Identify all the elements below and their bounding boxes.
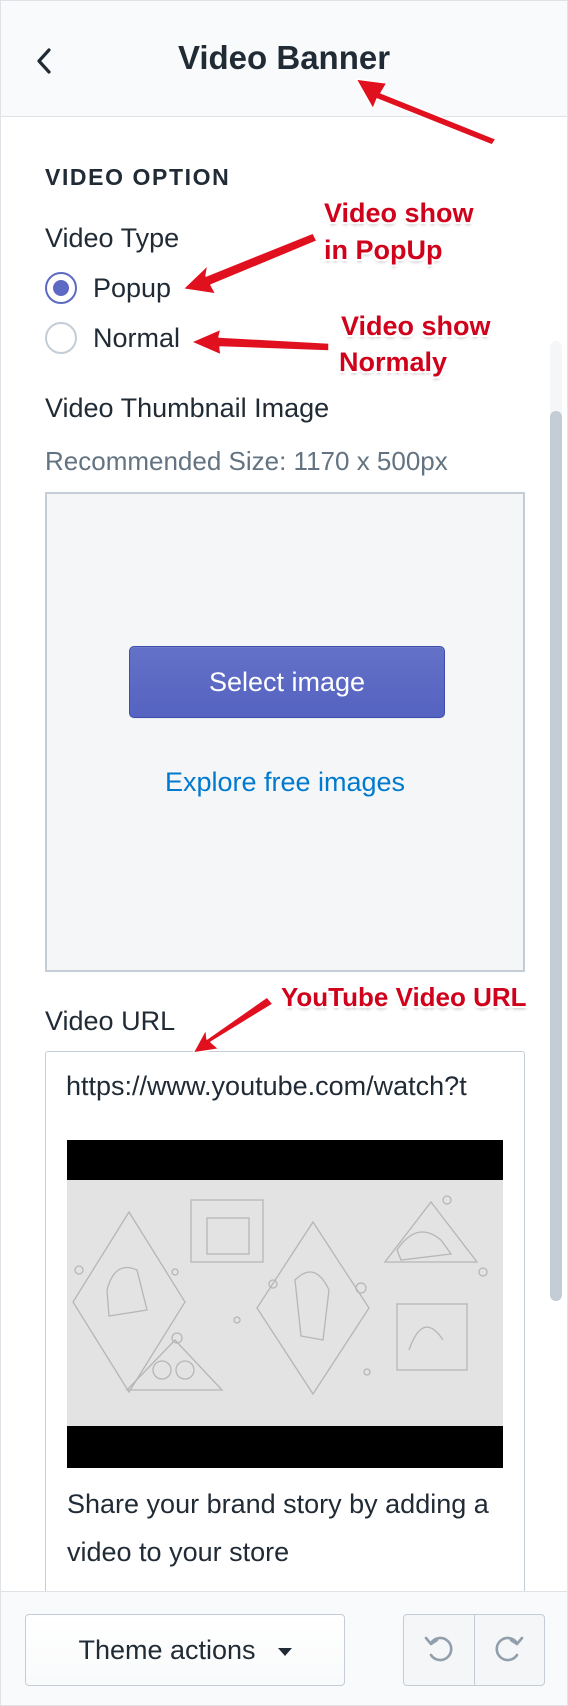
annotation-normal-line1: Video show	[341, 311, 491, 341]
image-picker: Select image Explore free images	[45, 492, 525, 972]
radio-button-unchecked[interactable]	[45, 322, 77, 354]
undo-icon	[422, 1631, 456, 1670]
radio-popup-label: Popup	[93, 272, 172, 303]
thumbnail-help-text: Recommended Size: 1170 x 500px	[45, 446, 448, 476]
panel-header: Video Banner	[1, 1, 567, 117]
annotation-normal-line2: Normaly	[339, 347, 448, 377]
placeholder-illustration	[67, 1180, 503, 1426]
radio-normal[interactable]: Normal	[45, 318, 180, 358]
undo-button[interactable]	[404, 1615, 474, 1685]
explore-free-images-link[interactable]: Explore free images	[47, 767, 523, 798]
select-image-button[interactable]: Select image	[129, 646, 445, 718]
video-preview-caption: Share your brand story by adding a video…	[67, 1489, 489, 1567]
theme-editor-panel: Video Banner VIDEO OPTION Video Type Pop…	[0, 0, 568, 1706]
annotation-popup-line2: in PopUp	[324, 235, 443, 265]
caret-down-icon	[277, 1648, 292, 1656]
theme-actions-label: Theme actions	[78, 1634, 256, 1665]
page-title: Video Banner	[177, 39, 391, 76]
redo-icon	[492, 1631, 526, 1670]
radio-normal-label: Normal	[93, 322, 181, 353]
section-title: VIDEO OPTION	[45, 164, 231, 190]
theme-actions-button[interactable]: Theme actions	[25, 1614, 345, 1686]
video-preview-box: Share your brand story by adding a video…	[45, 1120, 525, 1591]
radio-button-checked[interactable]	[45, 272, 77, 304]
annotation-popup-line1: Video show	[324, 198, 474, 228]
panel-footer: Theme actions	[1, 1591, 567, 1705]
annotation-url: YouTube Video URL	[281, 982, 527, 1012]
redo-button[interactable]	[473, 1615, 545, 1685]
scrollbar-thumb[interactable]	[550, 411, 562, 1301]
thumbnail-label: Video Thumbnail Image	[45, 393, 330, 423]
video-type-label: Video Type	[45, 223, 180, 253]
radio-popup[interactable]: Popup	[45, 268, 171, 308]
undo-redo-group	[403, 1614, 545, 1686]
video-url-label: Video URL	[45, 1006, 176, 1036]
video-url-value: https://www.youtube.com/watch?t	[66, 1070, 467, 1101]
video-url-input[interactable]: https://www.youtube.com/watch?t	[45, 1051, 525, 1121]
video-thumbnail-preview[interactable]	[67, 1140, 503, 1468]
